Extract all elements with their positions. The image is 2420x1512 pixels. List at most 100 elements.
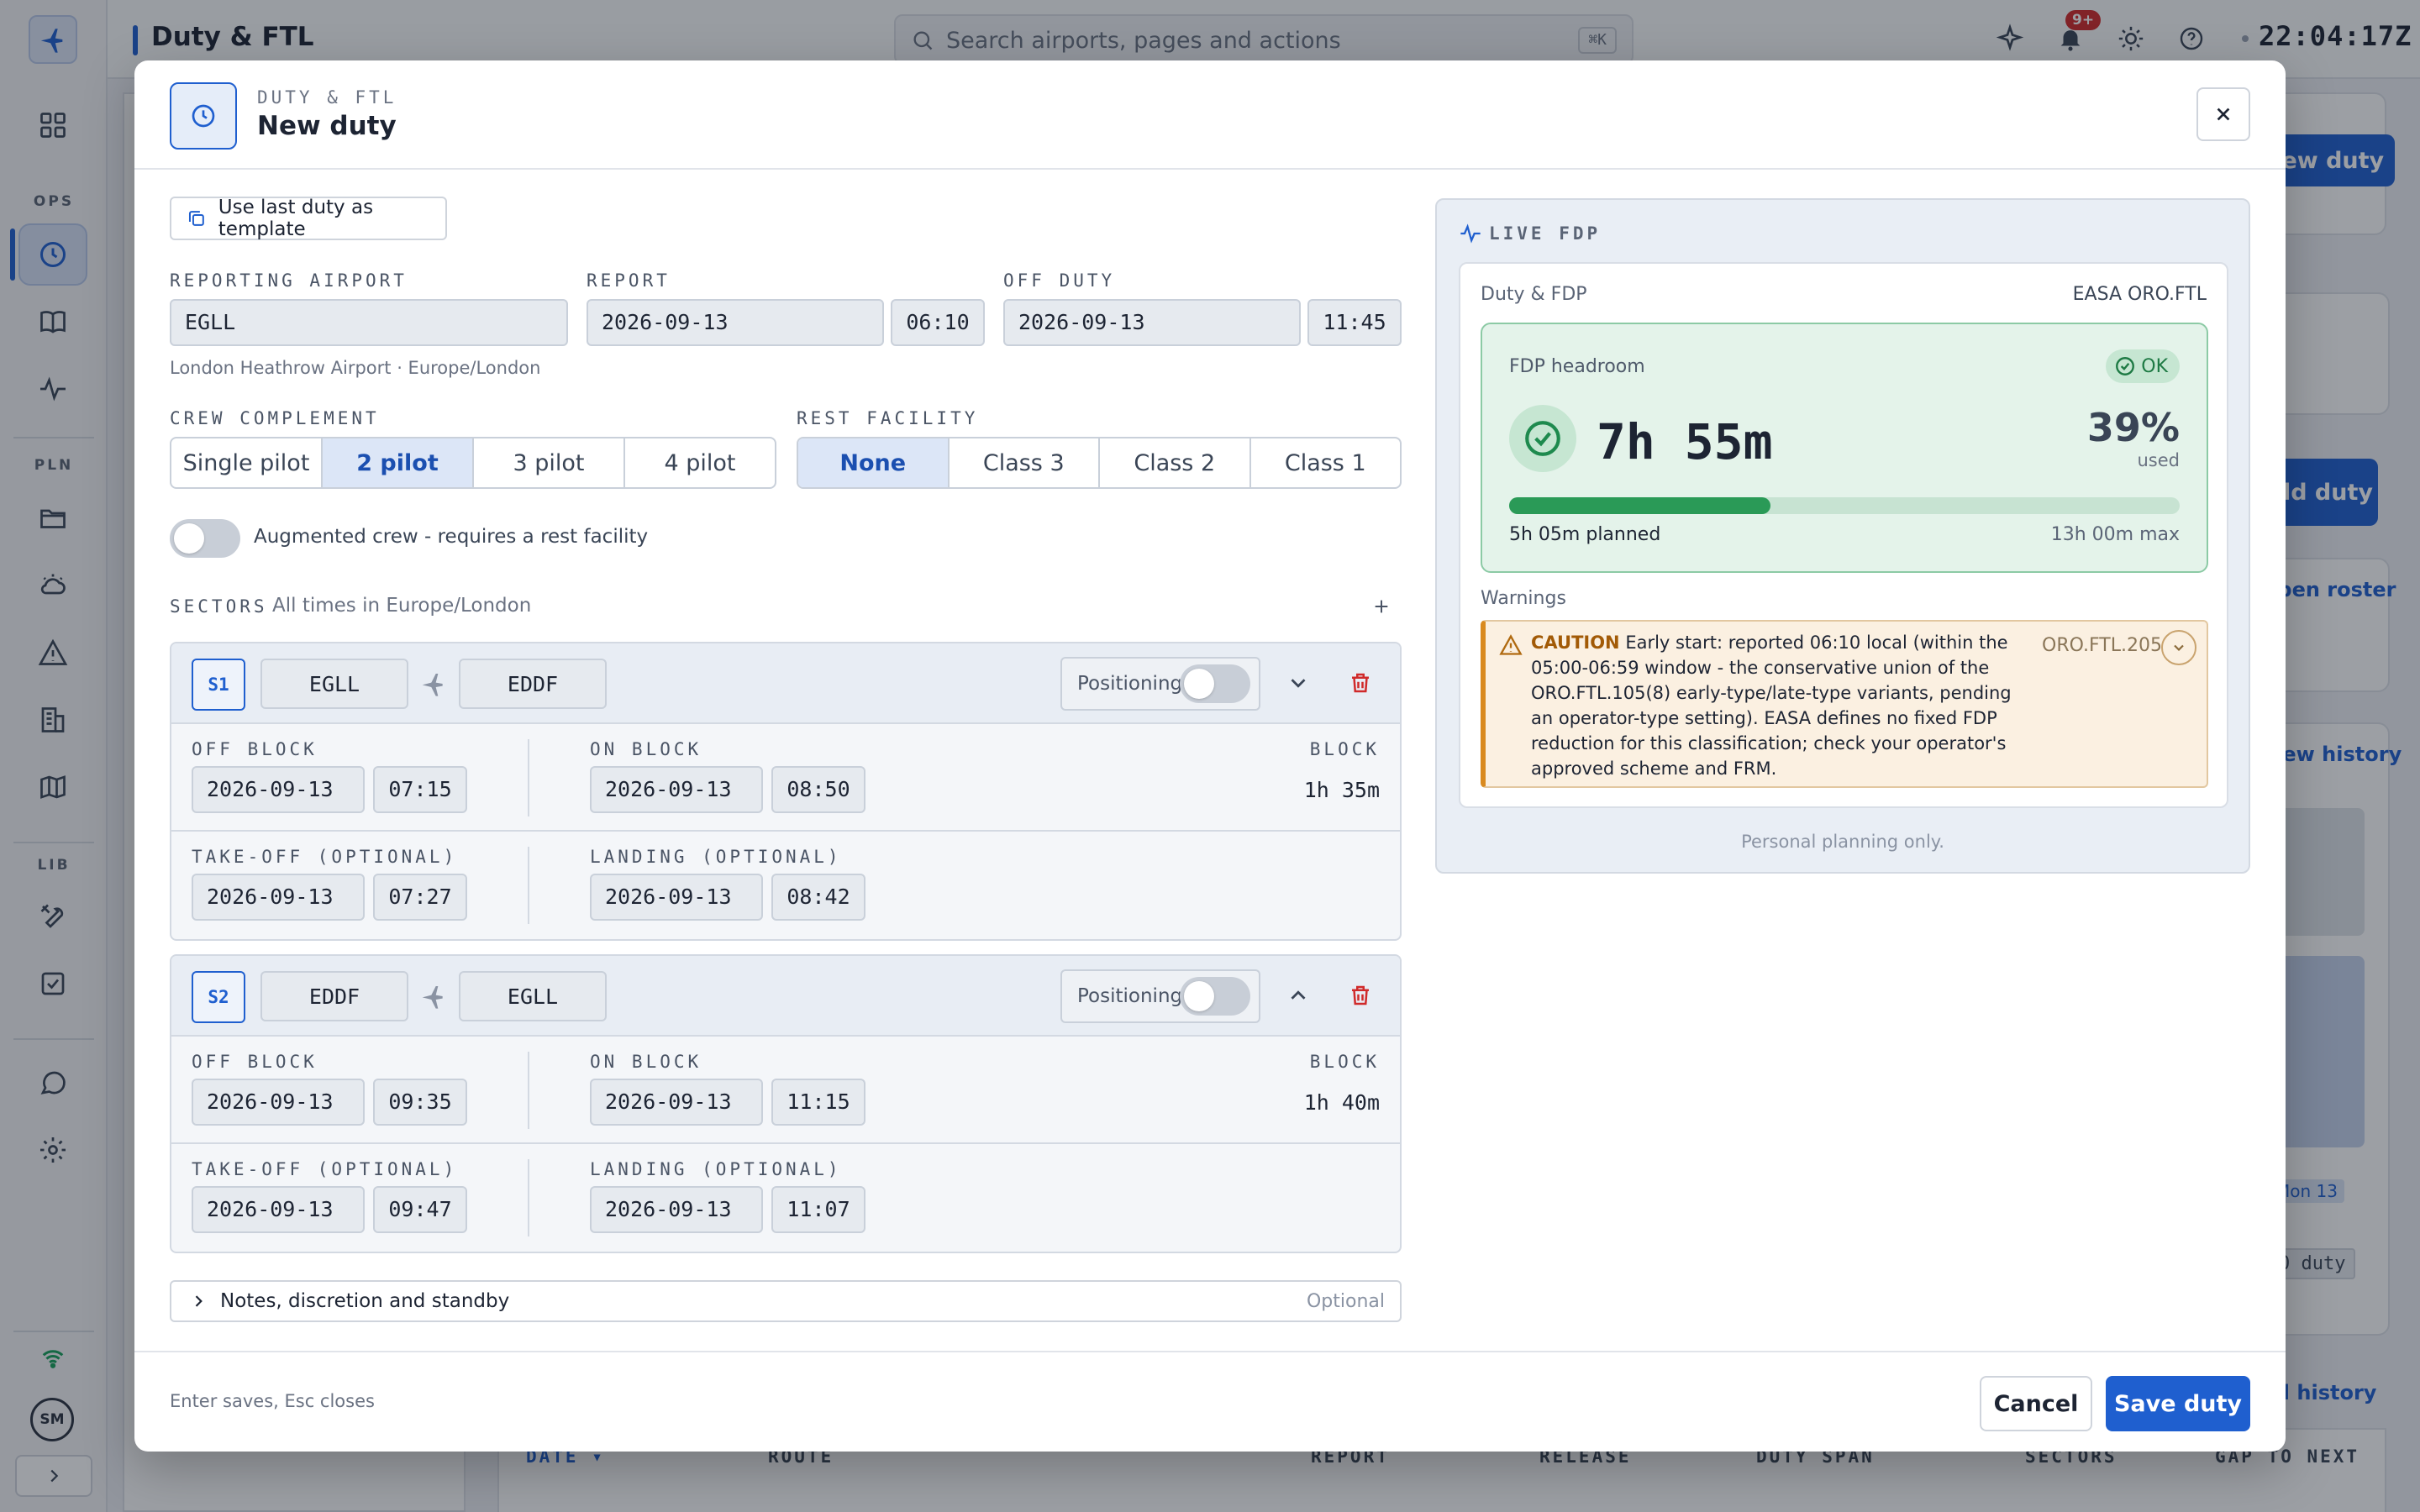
crew-option-3-pilot[interactable]: 3 pilot <box>474 438 625 487</box>
warning-text: Early start: reported 06:10 local (withi… <box>1531 633 2012 779</box>
positioning-control: Positioning <box>1060 969 1260 1023</box>
off-duty-date-input[interactable]: 2026-09-13 <box>1003 299 1301 346</box>
live-fdp-title: LIVE FDP <box>1489 223 1602 244</box>
crew-complement-label: CREW COMPLEMENT <box>170 408 380 428</box>
notes-expander[interactable]: Notes, discretion and standby Optional <box>170 1280 1402 1322</box>
airport-hint: London Heathrow Airport · Europe/London <box>170 358 541 378</box>
rest-facility-label: REST FACILITY <box>797 408 979 428</box>
use-template-button[interactable]: Use last duty as template <box>170 197 447 240</box>
augmented-crew-toggle[interactable] <box>170 519 240 558</box>
warning-triangle-icon <box>1499 634 1523 655</box>
planning-footnote: Personal planning only. <box>1741 832 1944 852</box>
sectors-hint: All times in Europe/London <box>272 595 532 617</box>
save-duty-button[interactable]: Save duty <box>2106 1376 2250 1431</box>
block-label: BLOCK <box>1309 1052 1380 1072</box>
check-circle-icon <box>2116 357 2135 375</box>
trash-icon[interactable] <box>1348 983 1373 1008</box>
off-block-label: OFF BLOCK <box>192 739 318 759</box>
crew-complement-selector: Single pilot 2 pilot 3 pilot 4 pilot <box>170 437 776 489</box>
warning-reference: ORO.FTL.205 <box>2042 635 2162 656</box>
reporting-airport-input[interactable]: EGLL <box>170 299 568 346</box>
ok-check-icon <box>1509 405 1576 472</box>
copy-icon <box>188 211 204 226</box>
keyboard-hint: Enter saves, Esc closes <box>170 1391 375 1411</box>
warnings-label: Warnings <box>1481 588 1566 609</box>
on-block-time-input[interactable]: 08:50 <box>771 766 865 813</box>
planned-label: 5h 05m planned <box>1509 524 1661 545</box>
status-badge: OK <box>2106 349 2180 383</box>
close-button[interactable] <box>2196 87 2250 141</box>
chevron-up-icon[interactable] <box>1286 983 1311 1008</box>
clock-icon <box>170 82 237 150</box>
rest-option-none[interactable]: None <box>798 438 950 487</box>
off-block-date-input[interactable]: 2026-09-13 <box>192 1079 365 1126</box>
regulation-label: EASA ORO.FTL <box>2072 284 2207 305</box>
fdp-headroom-card: FDP headroom OK 7h 55m 39% used 5h 05m p… <box>1481 323 2208 573</box>
report-date-input[interactable]: 2026-09-13 <box>587 299 884 346</box>
plane-icon <box>422 674 443 696</box>
takeoff-label: TAKE-OFF (OPTIONAL) <box>192 1159 458 1179</box>
rest-option-class-1[interactable]: Class 1 <box>1251 438 1401 487</box>
crew-option-2-pilot[interactable]: 2 pilot <box>323 438 474 487</box>
takeoff-label: TAKE-OFF (OPTIONAL) <box>192 847 458 867</box>
rest-option-class-2[interactable]: Class 2 <box>1100 438 1251 487</box>
live-fdp-panel: LIVE FDP Duty & FDP EASA ORO.FTL FDP hea… <box>1435 198 2250 874</box>
off-block-time-input[interactable]: 09:35 <box>373 1079 467 1126</box>
block-time-value: 1h 40m <box>1303 1090 1380 1115</box>
off-duty-time-input[interactable]: 11:45 <box>1307 299 1402 346</box>
sector-from-input[interactable]: EDDF <box>260 971 408 1021</box>
activity-icon <box>1460 223 1481 244</box>
crew-option-single[interactable]: Single pilot <box>171 438 323 487</box>
on-block-time-input[interactable]: 11:15 <box>771 1079 865 1126</box>
chevron-down-icon[interactable] <box>1286 670 1311 696</box>
trash-icon[interactable] <box>1348 670 1373 696</box>
fdp-card: Duty & FDP EASA ORO.FTL FDP headroom OK … <box>1459 262 2228 808</box>
takeoff-time-input[interactable]: 09:47 <box>373 1186 467 1233</box>
on-block-label: ON BLOCK <box>590 739 702 759</box>
block-time-value: 1h 35m <box>1303 778 1380 802</box>
sector-id-badge: S2 <box>192 971 245 1023</box>
crew-option-4-pilot[interactable]: 4 pilot <box>625 438 775 487</box>
landing-label: LANDING (OPTIONAL) <box>590 1159 842 1179</box>
expand-warning-button[interactable] <box>2161 630 2196 665</box>
report-time-input[interactable]: 06:10 <box>891 299 985 346</box>
landing-date-input[interactable]: 2026-09-13 <box>590 874 763 921</box>
sector-id-badge: S1 <box>192 659 245 711</box>
rest-facility-selector: None Class 3 Class 2 Class 1 <box>797 437 1402 489</box>
sector-from-input[interactable]: EGLL <box>260 659 408 709</box>
headroom-value: 7h 55m <box>1597 413 1773 470</box>
plus-icon <box>1375 600 1388 613</box>
modal-header: DUTY & FTL New duty <box>134 60 2286 170</box>
close-icon <box>2217 108 2230 121</box>
sectors-label: SECTORS <box>170 596 268 617</box>
caution-warning: CAUTION Early start: reported 06:10 loca… <box>1481 620 2208 788</box>
sector-to-input[interactable]: EGLL <box>459 971 607 1021</box>
on-block-date-input[interactable]: 2026-09-13 <box>590 1079 763 1126</box>
takeoff-date-input[interactable]: 2026-09-13 <box>192 874 365 921</box>
card-left-label: Duty & FDP <box>1481 284 1587 305</box>
cancel-button[interactable]: Cancel <box>1980 1376 2092 1431</box>
landing-date-input[interactable]: 2026-09-13 <box>590 1186 763 1233</box>
takeoff-date-input[interactable]: 2026-09-13 <box>192 1186 365 1233</box>
takeoff-time-input[interactable]: 07:27 <box>373 874 467 921</box>
landing-time-input[interactable]: 08:42 <box>771 874 865 921</box>
rest-option-class-3[interactable]: Class 3 <box>950 438 1100 487</box>
sector-to-input[interactable]: EDDF <box>459 659 607 709</box>
sector-card-s2: S2 EDDF EGLL Positioning OFF BLOCK 2026-… <box>170 954 1402 1253</box>
on-block-date-input[interactable]: 2026-09-13 <box>590 766 763 813</box>
off-block-date-input[interactable]: 2026-09-13 <box>192 766 365 813</box>
used-label: used <box>2137 450 2180 470</box>
off-duty-label: OFF DUTY <box>1003 270 1116 291</box>
report-label: REPORT <box>587 270 671 291</box>
modal-title: New duty <box>257 111 397 141</box>
off-block-label: OFF BLOCK <box>192 1052 318 1072</box>
positioning-toggle[interactable] <box>1180 977 1250 1016</box>
block-label: BLOCK <box>1309 739 1380 759</box>
headroom-label: FDP headroom <box>1509 356 1645 377</box>
landing-time-input[interactable]: 11:07 <box>771 1186 865 1233</box>
max-label: 13h 00m max <box>2050 524 2180 545</box>
positioning-toggle[interactable] <box>1180 664 1250 703</box>
add-sector-button[interactable] <box>1366 591 1397 622</box>
reporting-airport-label: REPORTING AIRPORT <box>170 270 408 291</box>
off-block-time-input[interactable]: 07:15 <box>373 766 467 813</box>
